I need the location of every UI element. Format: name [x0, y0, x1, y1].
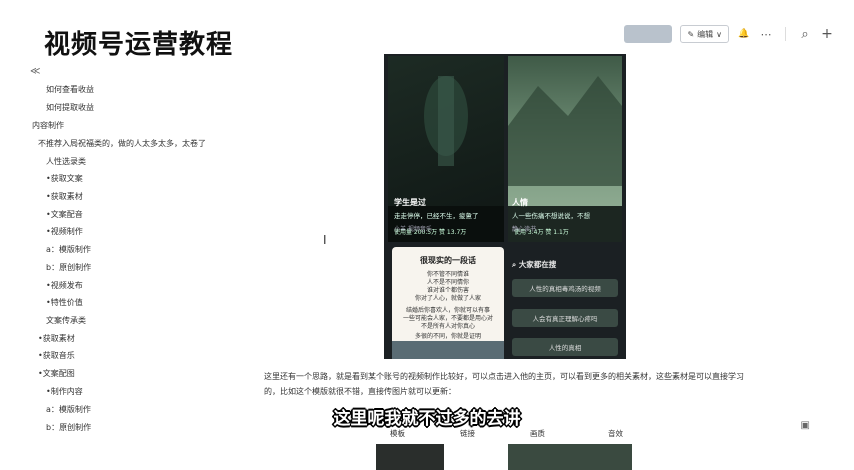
outline-item[interactable]: b：原创制作: [46, 262, 91, 273]
trending-search-item[interactable]: 人性的真相: [512, 338, 618, 356]
outline-item[interactable]: •获取音乐: [38, 350, 75, 361]
outline-item[interactable]: •制作内容: [46, 386, 83, 397]
video-desc: 走走停停，已经不生，疲惫了: [394, 212, 479, 220]
video-subtitle: 这里呢我就不过多的去讲: [333, 409, 521, 429]
toolbar-divider: [785, 27, 786, 41]
video-author: 静心读书: [512, 226, 537, 233]
collapse-sidebar-icon[interactable]: ≪: [30, 66, 40, 77]
outline-item[interactable]: 如何提取收益: [46, 102, 94, 113]
video-author: 小羊 视频音乐: [394, 226, 432, 233]
strip-label: 模板: [390, 429, 405, 438]
strip-label: 音效: [608, 429, 623, 438]
outline-item[interactable]: 人性选录类: [46, 156, 86, 167]
video-desc: 人一些伤痛不想说说，不想: [512, 212, 590, 220]
share-button[interactable]: [624, 25, 673, 43]
trending-search-title: ⌕ 大家都在搜: [512, 260, 557, 269]
page-title: 视频号运营教程: [44, 30, 234, 60]
edit-label: 编辑: [697, 29, 714, 39]
search-icon[interactable]: ⌕: [798, 27, 812, 42]
edit-icon: ✎: [687, 29, 695, 39]
outline-item[interactable]: •获取文案: [46, 173, 83, 184]
outline-item[interactable]: b：原创制作: [46, 422, 91, 433]
outline-item[interactable]: •视频发布: [46, 280, 83, 291]
trending-search-item[interactable]: 人性的真相毒鸡汤的视频: [512, 279, 618, 297]
quote-image-strip: [392, 341, 504, 359]
bell-icon[interactable]: 🔔: [737, 27, 751, 41]
template-thumbnail: [376, 444, 444, 470]
quote-line: 多很的不同，你就是证明: [414, 333, 481, 340]
strip-label: 链接: [460, 429, 475, 438]
quote-line: 不是所有人对你真心: [420, 323, 475, 330]
quote-line: 你对了人心，就做了人家: [414, 295, 481, 302]
toolbar: ✎ 编辑 ∨ 🔔 ⋯ ⌕ +: [624, 25, 834, 43]
template-preview-strip: 模板 链接 画质 音效: [360, 428, 640, 470]
text-cursor-icon: I: [323, 233, 327, 247]
video-title: 学生是过: [394, 198, 426, 207]
outline-item[interactable]: •获取素材: [38, 333, 75, 344]
outline-item[interactable]: •文案配音: [46, 209, 83, 220]
outline-item[interactable]: 文案传承类: [46, 315, 86, 326]
template-thumbnail: [508, 444, 632, 470]
add-icon[interactable]: +: [820, 26, 834, 42]
outline-item[interactable]: •特性价值: [46, 297, 83, 308]
chevron-down-icon: ∨: [716, 29, 722, 39]
trending-search-item[interactable]: 人会有真正理解心疼吗: [512, 309, 618, 327]
strip-label: 画质: [530, 429, 545, 438]
outline-item[interactable]: 如何查看收益: [46, 84, 94, 95]
search-icon: ⌕: [512, 260, 519, 269]
body-paragraph: 这里还有一个思路，就是看到某个账号的视频制作比较好，可以点击进入他的主页，可以看…: [264, 372, 744, 396]
outline-item[interactable]: 不推荐入局祝福类的，做的人太多太多，太卷了: [38, 138, 206, 149]
quote-title: 很现实的一段话: [420, 256, 476, 265]
more-icon[interactable]: ⋯: [759, 27, 773, 41]
outline-item[interactable]: •文案配图: [38, 368, 75, 379]
quote-card: 很现实的一段话 你不管不同情谁 人不是不同情你 谁对谁个都伤害 你对了人心，就做…: [392, 247, 504, 359]
edit-button[interactable]: ✎ 编辑 ∨: [680, 25, 729, 43]
outline-item[interactable]: a：模版制作: [46, 404, 91, 415]
video-title: 人情: [512, 198, 528, 207]
outline-item[interactable]: a：模版制作: [46, 244, 91, 255]
embedded-app-screenshot: 使用量 200.5万 赞 13.7万 使用 3.4万 赞 1.1万 学生是过 走…: [384, 54, 626, 359]
feedback-icon[interactable]: ▣: [801, 420, 810, 431]
outline-item[interactable]: •获取素材: [46, 191, 83, 202]
outline-item[interactable]: 内容制作: [32, 120, 64, 131]
outline-item[interactable]: •视频制作: [46, 226, 83, 237]
